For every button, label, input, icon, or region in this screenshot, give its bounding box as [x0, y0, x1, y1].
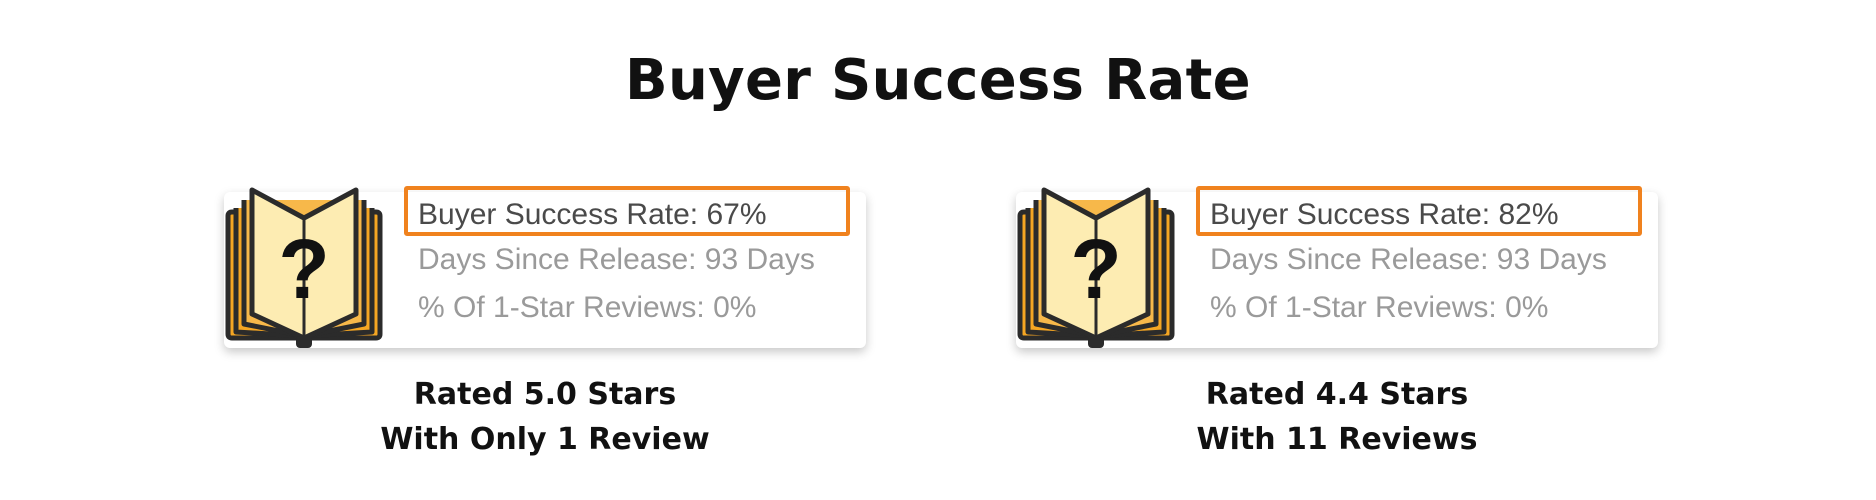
rating-line: Rated 4.4 Stars: [1205, 377, 1469, 412]
rating-line: Rated 5.0 Stars: [413, 377, 677, 412]
product-card-left: ? Buyer Success Rate: 67% Days Since Rel…: [224, 186, 866, 457]
review-count-line: With Only 1 Review: [380, 422, 710, 457]
review-count-line: With 11 Reviews: [1196, 422, 1478, 457]
card-caption: Rated 5.0 Stars With Only 1 Review: [224, 372, 866, 462]
question-mark: ?: [1070, 222, 1121, 316]
days-since-release: Days Since Release: 93 Days: [418, 243, 815, 276]
question-mark: ?: [278, 222, 329, 316]
one-star-reviews-percent: % Of 1-Star Reviews: 0%: [418, 291, 757, 324]
page-title: Buyer Success Rate: [625, 48, 1251, 113]
one-star-reviews-percent: % Of 1-Star Reviews: 0%: [1210, 291, 1549, 324]
book-question-icon: ?: [1017, 187, 1175, 348]
stats-list: Buyer Success Rate: 82% Days Since Relea…: [1196, 186, 1642, 332]
card-caption: Rated 4.4 Stars With 11 Reviews: [1016, 372, 1658, 462]
product-card-right: ? Buyer Success Rate: 82% Days Since Rel…: [1016, 186, 1658, 457]
stats-card: ? Buyer Success Rate: 82% Days Since Rel…: [1016, 186, 1658, 348]
buyer-success-rate: Buyer Success Rate: 67%: [404, 186, 850, 236]
stats-list: Buyer Success Rate: 67% Days Since Relea…: [404, 186, 850, 332]
days-since-release: Days Since Release: 93 Days: [1210, 243, 1607, 276]
book-question-icon: ?: [225, 187, 383, 348]
buyer-success-rate: Buyer Success Rate: 82%: [1196, 186, 1642, 236]
stats-card: ? Buyer Success Rate: 67% Days Since Rel…: [224, 186, 866, 348]
